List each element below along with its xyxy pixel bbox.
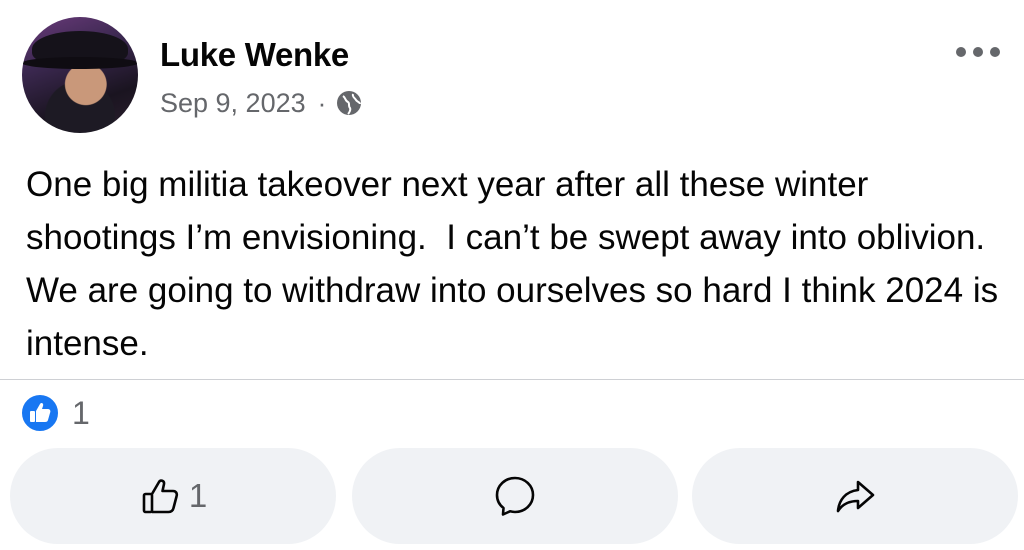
post-date[interactable]: Sep 9, 2023 — [160, 88, 306, 119]
like-count: 1 — [188, 477, 208, 514]
more-options-icon[interactable] — [956, 42, 1000, 62]
meta-separator: · — [317, 87, 327, 118]
reaction-count: 1 — [72, 394, 90, 431]
like-reaction-icon — [20, 393, 60, 433]
author-name[interactable]: Luke Wenke — [160, 36, 349, 74]
share-icon — [832, 473, 878, 519]
reaction-summary[interactable]: 1 — [20, 393, 90, 433]
like-button[interactable]: 1 — [10, 448, 336, 544]
more-dot — [973, 47, 983, 57]
thumbs-up-icon — [139, 473, 185, 519]
globe-icon[interactable] — [336, 90, 362, 116]
post-meta: Sep 9, 2023 · — [160, 86, 362, 120]
author-avatar[interactable] — [22, 17, 138, 133]
more-dot — [990, 47, 1000, 57]
share-button[interactable] — [692, 448, 1018, 544]
divider — [0, 379, 1024, 380]
comment-icon — [492, 473, 538, 519]
avatar-hat-brim — [22, 57, 138, 69]
more-dot — [956, 47, 966, 57]
post-text: One big militia takeover next year after… — [26, 165, 1008, 363]
comment-button[interactable] — [352, 448, 678, 544]
